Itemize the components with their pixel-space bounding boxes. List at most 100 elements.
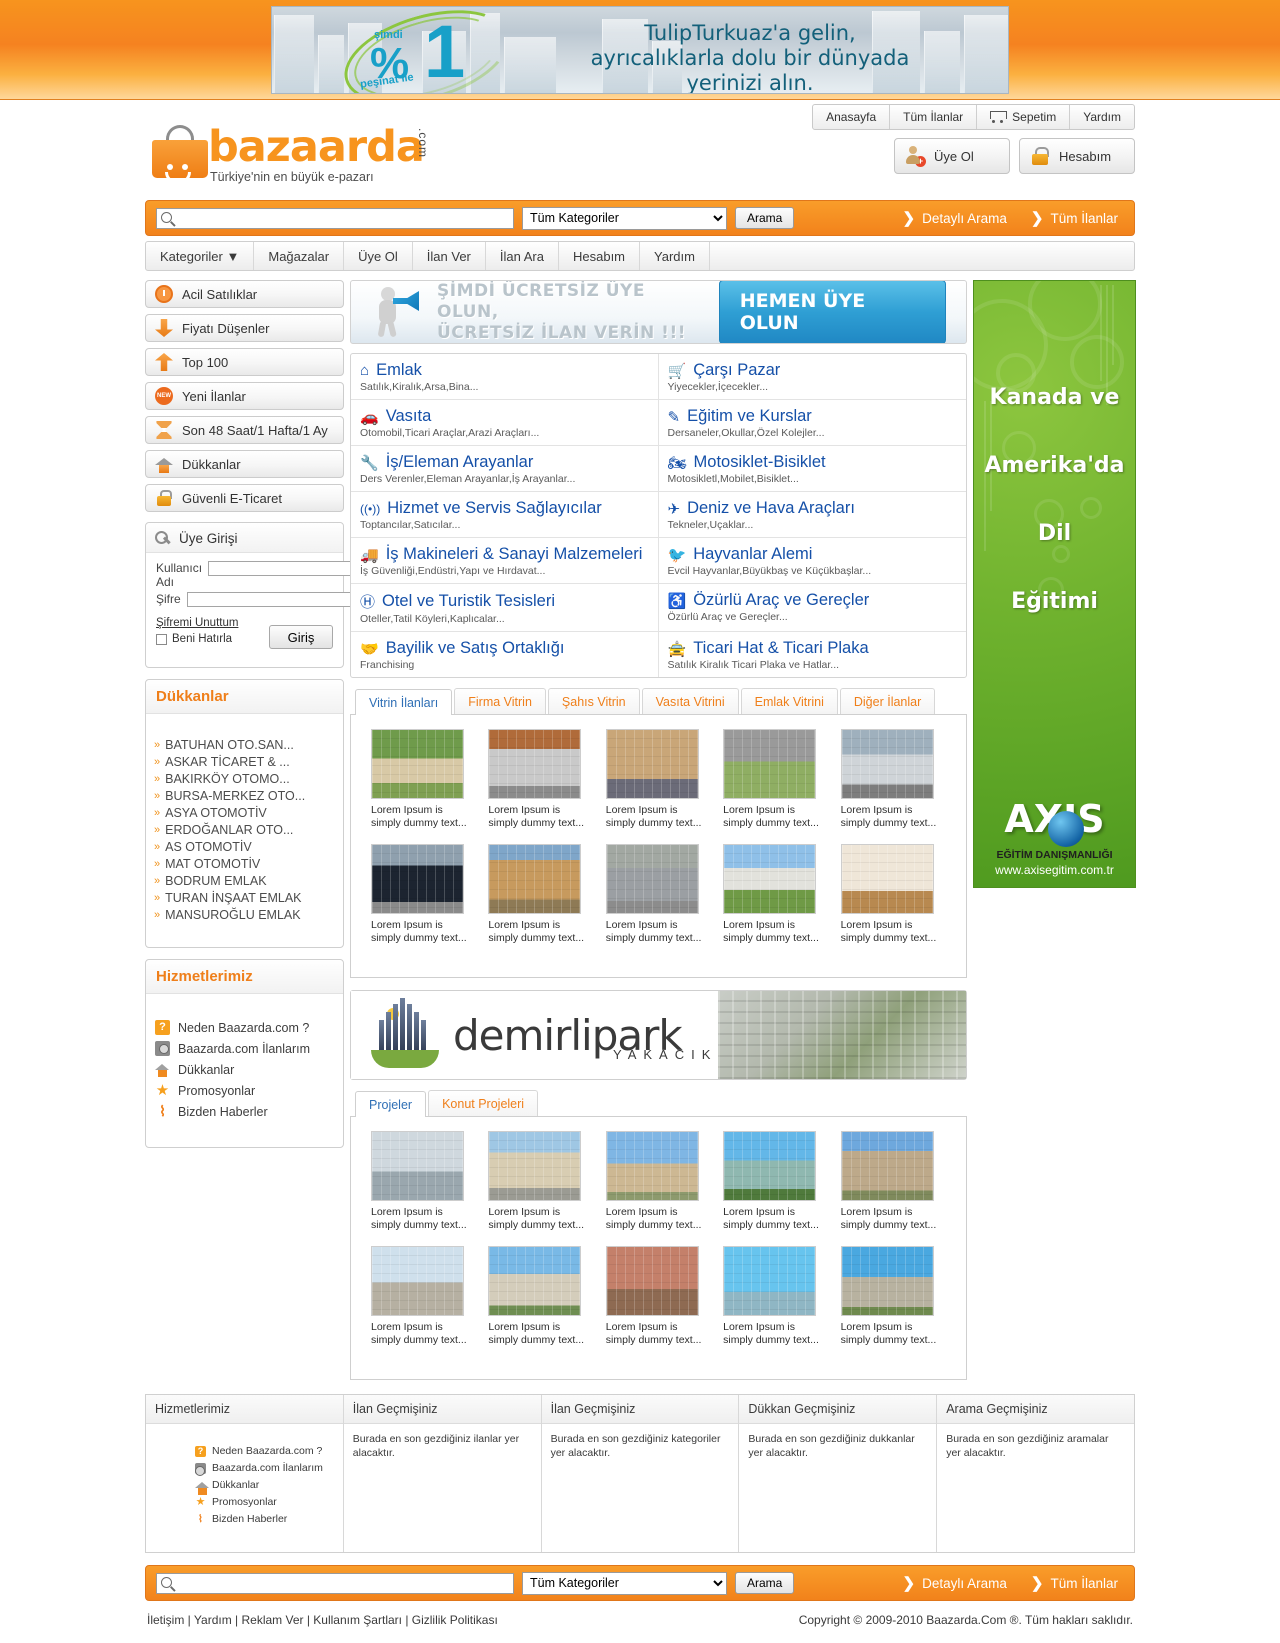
nav-ilan-ara[interactable]: İlan Ara [486, 242, 559, 270]
tab-sahis-vitrin[interactable]: Şahıs Vitrin [547, 688, 640, 714]
list-item[interactable]: ⌇ Bizden Haberler [155, 1101, 334, 1122]
list-item[interactable]: Baazarda.com İlanlarım [155, 1038, 334, 1059]
axis-education-ad[interactable]: Kanada ve Amerika'da Dil Eğitimi AXIS EĞ… [973, 280, 1136, 888]
detailed-search-link[interactable]: ❯ Detaylı Arama [903, 209, 1007, 227]
category-select[interactable]: Tüm Kategoriler [522, 206, 727, 230]
list-item[interactable]: » BAKIRKÖY OTOMO... [154, 770, 335, 787]
list-item[interactable]: Dükkanlar [155, 1059, 334, 1080]
search-input[interactable] [156, 207, 514, 229]
listing-thumbnail[interactable] [371, 729, 464, 799]
listing-card[interactable]: Lorem Ipsum is simply dummy text... [365, 729, 482, 844]
nav-kategoriler[interactable]: Kategoriler ▼ [146, 242, 255, 270]
sidebar-item-guvenli-eticaret[interactable]: Güvenli E-Ticaret [145, 484, 344, 512]
category-cell-ticari-hat[interactable]: 🚖 Ticari Hat & Ticari Plaka Satılık Kiral… [659, 632, 967, 677]
category-cell-is-eleman-arayanlar[interactable]: 🔧 İş/Eleman Arayanlar Ders Verenler,Elema… [351, 446, 659, 491]
category-cell-deniz-ve-hava[interactable]: ✈ Deniz ve Hava Araçları Tekneler,Uçaklar… [659, 492, 967, 537]
listing-thumbnail[interactable] [605, 729, 699, 799]
listing-thumbnail[interactable] [605, 844, 699, 914]
project-card[interactable]: Lorem Ipsum is simply dummy text... [600, 1246, 717, 1361]
footer-links[interactable]: İletişim | Yardım | Reklam Ver | Kullanı… [147, 1613, 498, 1627]
list-item[interactable]: » ASKAR TİCARET & ... [154, 753, 335, 770]
category-cell-hayvanlar-alemi[interactable]: 🐦 Hayvanlar Alemi Evcil Hayvanlar,Büyükba… [659, 538, 967, 583]
topnav-item-yardim[interactable]: Yardım [1070, 105, 1134, 129]
list-item[interactable]: ⌇ Bizden Haberler [195, 1511, 334, 1528]
topnav-item-anasayfa[interactable]: Anasayfa [813, 105, 891, 129]
project-thumbnail[interactable] [840, 1246, 934, 1316]
listing-card[interactable]: Lorem Ipsum is simply dummy text... [600, 729, 717, 844]
nav-uye-ol[interactable]: Üye Ol [344, 242, 413, 270]
list-item[interactable]: ★ Promosyonlar [195, 1494, 334, 1511]
project-thumbnail[interactable] [371, 1131, 464, 1201]
list-item[interactable]: » MAT OTOMOTİV [154, 855, 335, 872]
list-item[interactable]: » MANSUROĞLU EMLAK [154, 906, 335, 923]
tab-vasita-vitrini[interactable]: Vasıta Vitrini [641, 688, 739, 714]
bottom-category-select[interactable]: Tüm Kategoriler [522, 1571, 727, 1595]
password-field[interactable] [186, 592, 370, 607]
nav-magazalar[interactable]: Mağazalar [254, 242, 345, 270]
project-thumbnail[interactable] [840, 1131, 934, 1201]
listing-card[interactable]: Lorem Ipsum is simply dummy text... [482, 729, 599, 844]
project-thumbnail[interactable] [723, 1131, 817, 1201]
search-button[interactable]: Arama [735, 207, 795, 229]
listing-thumbnail[interactable] [488, 729, 582, 799]
category-cell-ozurlu-arac[interactable]: ♿ Özürlü Araç ve Gereçler Özürlü Araç ve … [659, 584, 967, 631]
listing-thumbnail[interactable] [723, 844, 817, 914]
tab-firma-vitrin[interactable]: Firma Vitrin [454, 688, 546, 714]
topnav-item-tum-ilanlar[interactable]: Tüm İlanlar [890, 105, 978, 129]
listing-card[interactable]: Lorem Ipsum is simply dummy text... [717, 729, 834, 844]
topnav-item-sepetim[interactable]: Sepetim [977, 105, 1071, 129]
listing-card[interactable]: Lorem Ipsum is simply dummy text... [835, 844, 952, 959]
project-thumbnail[interactable] [605, 1131, 699, 1201]
site-logo[interactable]: bazaarda .com Türkiye'nin en büyük e-paz… [148, 116, 468, 186]
remember-me-checkbox[interactable] [156, 633, 167, 645]
project-card[interactable]: Lorem Ipsum is simply dummy text... [482, 1246, 599, 1361]
project-card[interactable]: Lorem Ipsum is simply dummy text... [717, 1246, 834, 1361]
listing-thumbnail[interactable] [840, 844, 934, 914]
project-card[interactable]: Lorem Ipsum is simply dummy text... [600, 1131, 717, 1246]
list-item[interactable]: ? Neden Baazarda.com ? [155, 1017, 334, 1038]
login-submit-button[interactable]: Giriş [269, 625, 333, 649]
sidebar-item-yeni-ilanlar[interactable]: NEW Yeni İlanlar [145, 382, 344, 410]
tab-diger-ilanlar[interactable]: Diğer İlanlar [839, 688, 936, 714]
listing-card[interactable]: Lorem Ipsum is simply dummy text... [835, 729, 952, 844]
category-cell-emlak[interactable]: ⌂ Emlak Satılık,Kiralık,Arsa,Bina... [351, 354, 659, 399]
sidebar-item-acil-satiliklar[interactable]: Acil Satılıklar [145, 280, 344, 308]
category-cell-is-makineleri[interactable]: 🚚 İş Makineleri & Sanayi Malzemeleri İş G… [351, 538, 659, 583]
listing-card[interactable]: Lorem Ipsum is simply dummy text... [482, 844, 599, 959]
project-card[interactable]: Lorem Ipsum is simply dummy text... [835, 1246, 952, 1361]
category-cell-vasita[interactable]: 🚗 Vasıta Otomobil,Ticari Araçlar,Arazi Ar… [351, 400, 659, 445]
list-item[interactable]: » BURSA-MERKEZ OTO... [154, 787, 335, 804]
tab-konut-projeleri[interactable]: Konut Projeleri [428, 1090, 539, 1116]
list-item[interactable]: » ASYA OTOMOTİV [154, 804, 335, 821]
project-card[interactable]: Lorem Ipsum is simply dummy text... [365, 1246, 482, 1361]
bottom-detailed-search-link[interactable]: ❯ Detaylı Arama [903, 1574, 1007, 1592]
listing-thumbnail[interactable] [488, 844, 582, 914]
list-item[interactable]: ? Neden Baazarda.com ? [195, 1443, 334, 1460]
list-item[interactable]: Baazarda.com İlanlarım [195, 1460, 334, 1477]
bottom-search-input[interactable] [156, 1572, 514, 1594]
project-card[interactable]: Lorem Ipsum is simply dummy text... [835, 1131, 952, 1246]
list-item[interactable]: » AS OTOMOTİV [154, 838, 335, 855]
tab-projeler[interactable]: Projeler [355, 1091, 427, 1117]
category-cell-egitim-ve-kurslar[interactable]: ✎ Eğitim ve Kurslar Dersaneler,Okullar,Öz… [659, 400, 967, 445]
listing-card[interactable]: Lorem Ipsum is simply dummy text... [365, 844, 482, 959]
listing-thumbnail[interactable] [371, 844, 464, 914]
listing-card[interactable]: Lorem Ipsum is simply dummy text... [717, 844, 834, 959]
list-item[interactable]: » BODRUM EMLAK [154, 872, 335, 889]
sidebar-item-fiyati-dusenler[interactable]: Fiyatı Düşenler [145, 314, 344, 342]
promo-signup-button[interactable]: HEMEN ÜYE OLUN [718, 281, 946, 343]
project-thumbnail[interactable] [488, 1246, 582, 1316]
project-thumbnail[interactable] [371, 1246, 464, 1316]
account-button[interactable]: Hesabım [1019, 138, 1135, 174]
tab-emlak-vitrini[interactable]: Emlak Vitrini [740, 688, 838, 714]
category-cell-motosiklet-bisiklet[interactable]: 🏍 Motosiklet-Bisiklet Motosikletl,Mobilet… [659, 446, 967, 491]
listing-thumbnail[interactable] [723, 729, 817, 799]
signup-promo-banner[interactable]: ŞİMDİ ÜCRETSİZ ÜYE OLUN, ÜCRETSİZ İLAN V… [350, 280, 967, 344]
listing-thumbnail[interactable] [840, 729, 934, 799]
project-thumbnail[interactable] [723, 1246, 817, 1316]
nav-hesabim[interactable]: Hesabım [559, 242, 641, 270]
nav-ilan-ver[interactable]: İlan Ver [413, 242, 486, 270]
sidebar-item-top-100[interactable]: Top 100 [145, 348, 344, 376]
project-card[interactable]: Lorem Ipsum is simply dummy text... [717, 1131, 834, 1246]
bottom-all-listings-link[interactable]: ❯ Tüm İlanlar [1031, 1574, 1118, 1592]
